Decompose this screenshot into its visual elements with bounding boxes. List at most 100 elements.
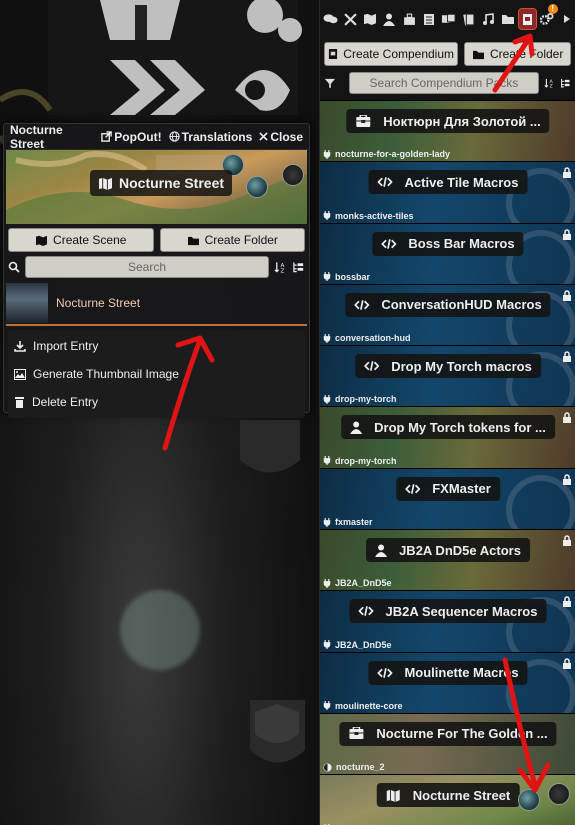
pack-source: nocturne_2 <box>323 762 385 772</box>
popout-button[interactable]: PopOut! <box>101 130 162 144</box>
translations-label: Translations <box>181 129 253 144</box>
context-menu-label: Delete Entry <box>32 395 99 409</box>
tab-playlists[interactable] <box>480 9 497 29</box>
pack-source-name: drop-my-torch <box>335 455 397 466</box>
context-menu-import-entry[interactable]: Import Entry <box>8 332 305 360</box>
compendium-pack[interactable]: Moulinette Macros moulinette-core <box>320 651 575 713</box>
create-compendium-button[interactable]: Create Compendium <box>324 42 459 66</box>
pack-label: JB2A Sequencer Macros <box>349 599 547 624</box>
entry-thumbnail <box>6 283 48 323</box>
pack-title: ConversationHUD Macros <box>381 297 542 313</box>
tab-actors[interactable] <box>381 9 398 29</box>
world-icon <box>323 763 334 772</box>
tab-journal[interactable] <box>420 9 437 29</box>
create-scene-button[interactable]: Create Scene <box>8 228 154 252</box>
compendium-pack[interactable]: Drop My Torch macros drop-my-torch <box>320 345 575 407</box>
tab-compendium[interactable] <box>517 8 537 30</box>
compendium-pack-list: Ноктюрн Для Золотой ... nocturne-for-a-go… <box>320 100 575 825</box>
sort-icon[interactable]: AZ <box>544 77 555 89</box>
context-menu-delete-entry[interactable]: Delete Entry <box>8 388 305 416</box>
tab-settings[interactable]: ! <box>539 4 558 29</box>
pack-source-name: moulinette-core <box>335 700 403 711</box>
compendium-pack[interactable]: ConversationHUD Macros conversation-hud <box>320 283 575 346</box>
context-menu-label: Generate Thumbnail Image <box>33 367 179 381</box>
tab-tables[interactable] <box>440 9 457 29</box>
window-titlebar[interactable]: Nocturne Street PopOut! Translations Clo… <box>4 123 309 151</box>
pack-title: Nocturne Street <box>412 787 511 803</box>
tab-scenes[interactable] <box>361 9 378 29</box>
scenes-icon <box>363 13 376 25</box>
compendium-pack[interactable]: JB2A DnD5e Actors JB2A_DnD5e <box>320 529 575 591</box>
pack-source: monks-active-tiles <box>323 211 414 221</box>
image-icon <box>14 368 26 380</box>
plug-icon <box>323 701 333 711</box>
close-button[interactable]: Close <box>259 130 303 144</box>
popout-search-row: Search AZ <box>4 252 309 282</box>
pack-label: Nocturne For The Golden ... <box>339 721 557 746</box>
create-folder-button[interactable]: Create Folder <box>159 228 305 252</box>
avatar <box>282 164 304 186</box>
compendium-pack[interactable]: Boss Bar Macros bossbar <box>320 222 575 284</box>
code-icon <box>377 176 399 188</box>
close-label: Close <box>270 129 303 144</box>
banner-title: Nocturne Street <box>119 175 225 191</box>
tab-folders[interactable] <box>499 9 516 29</box>
svg-text:Z: Z <box>281 269 285 273</box>
translations-button[interactable]: Translations <box>168 129 253 144</box>
compendium-pack[interactable]: JB2A Sequencer Macros JB2A_DnD5e <box>320 590 575 652</box>
pack-title: JB2A DnD5e Actors <box>399 542 521 558</box>
sidebar-button-row: Create Compendium Create Folder <box>320 38 575 70</box>
filter-icon[interactable] <box>324 77 336 90</box>
lock-icon[interactable] <box>562 533 572 551</box>
pack-title: Drop My Torch tokens for ... <box>374 419 546 435</box>
plug-icon <box>323 517 333 527</box>
lock-icon[interactable] <box>562 410 572 428</box>
compendium-popout-window: Nocturne Street PopOut! Translations Clo… <box>3 123 310 418</box>
create-folder-button[interactable]: Create Folder <box>464 42 571 66</box>
pack-source-name: JB2A_DnD5e <box>335 578 392 589</box>
entry-name: Nocturne Street <box>56 296 141 310</box>
lock-icon[interactable] <box>562 656 572 674</box>
pack-source: nocturne-for-a-golden-lady <box>323 149 450 159</box>
search-input[interactable]: Search Compendium Packs <box>348 72 539 94</box>
user-icon <box>350 421 368 434</box>
lock-icon[interactable] <box>562 165 572 183</box>
tab-chat[interactable] <box>322 9 339 29</box>
pack-title: Boss Bar Macros <box>408 236 515 252</box>
trash-icon <box>15 397 24 408</box>
lock-icon[interactable] <box>562 288 572 306</box>
list-item[interactable]: Nocturne Street <box>6 282 307 326</box>
compendium-pack[interactable]: Nocturne For The Golden ... nocturne_2 <box>320 712 575 775</box>
pack-label: Ноктюрн Для Золотой ... <box>346 109 550 133</box>
plug-icon <box>323 640 333 650</box>
notification-badge: ! <box>547 4 558 14</box>
compendium-pack[interactable]: Ноктюрн Для Золотой ... nocturne-for-a-go… <box>320 100 575 162</box>
context-menu: Import Entry Generate Thumbnail Image De… <box>8 330 305 418</box>
code-icon <box>381 238 402 250</box>
search-input[interactable]: Search <box>25 256 269 278</box>
tab-cards[interactable] <box>460 9 477 29</box>
lock-icon[interactable] <box>562 472 572 490</box>
tab-collapse[interactable] <box>558 9 575 29</box>
sort-icon[interactable]: AZ <box>274 261 287 273</box>
context-menu-generate-thumbnail[interactable]: Generate Thumbnail Image <box>8 360 305 388</box>
lock-icon[interactable] <box>562 594 572 612</box>
compendium-pack[interactable]: Drop My Torch tokens for ... drop-my-torc… <box>320 406 575 468</box>
compendium-pack[interactable]: Nocturne Streetnocturne-street <box>320 774 575 825</box>
pack-title: Drop My Torch macros <box>391 358 532 374</box>
code-icon <box>364 360 385 372</box>
collapse-folders-icon[interactable] <box>292 261 305 273</box>
tables-icon <box>441 13 456 23</box>
pack-label: ConversationHUD Macros <box>345 292 551 317</box>
pack-label: FXMaster <box>396 476 500 501</box>
tab-combat[interactable] <box>342 9 359 29</box>
code-icon <box>377 667 398 679</box>
lock-icon[interactable] <box>562 227 572 245</box>
pack-source-name: fxmaster <box>335 517 373 528</box>
pack-label: Drop My Torch tokens for ... <box>341 415 555 440</box>
compendium-pack[interactable]: FXMaster fxmaster <box>320 467 575 530</box>
tab-items[interactable] <box>401 9 418 29</box>
lock-icon[interactable] <box>562 349 572 367</box>
compendium-pack[interactable]: Active Tile Macros monks-active-tiles <box>320 161 575 223</box>
collapse-folders-icon[interactable] <box>560 77 571 89</box>
